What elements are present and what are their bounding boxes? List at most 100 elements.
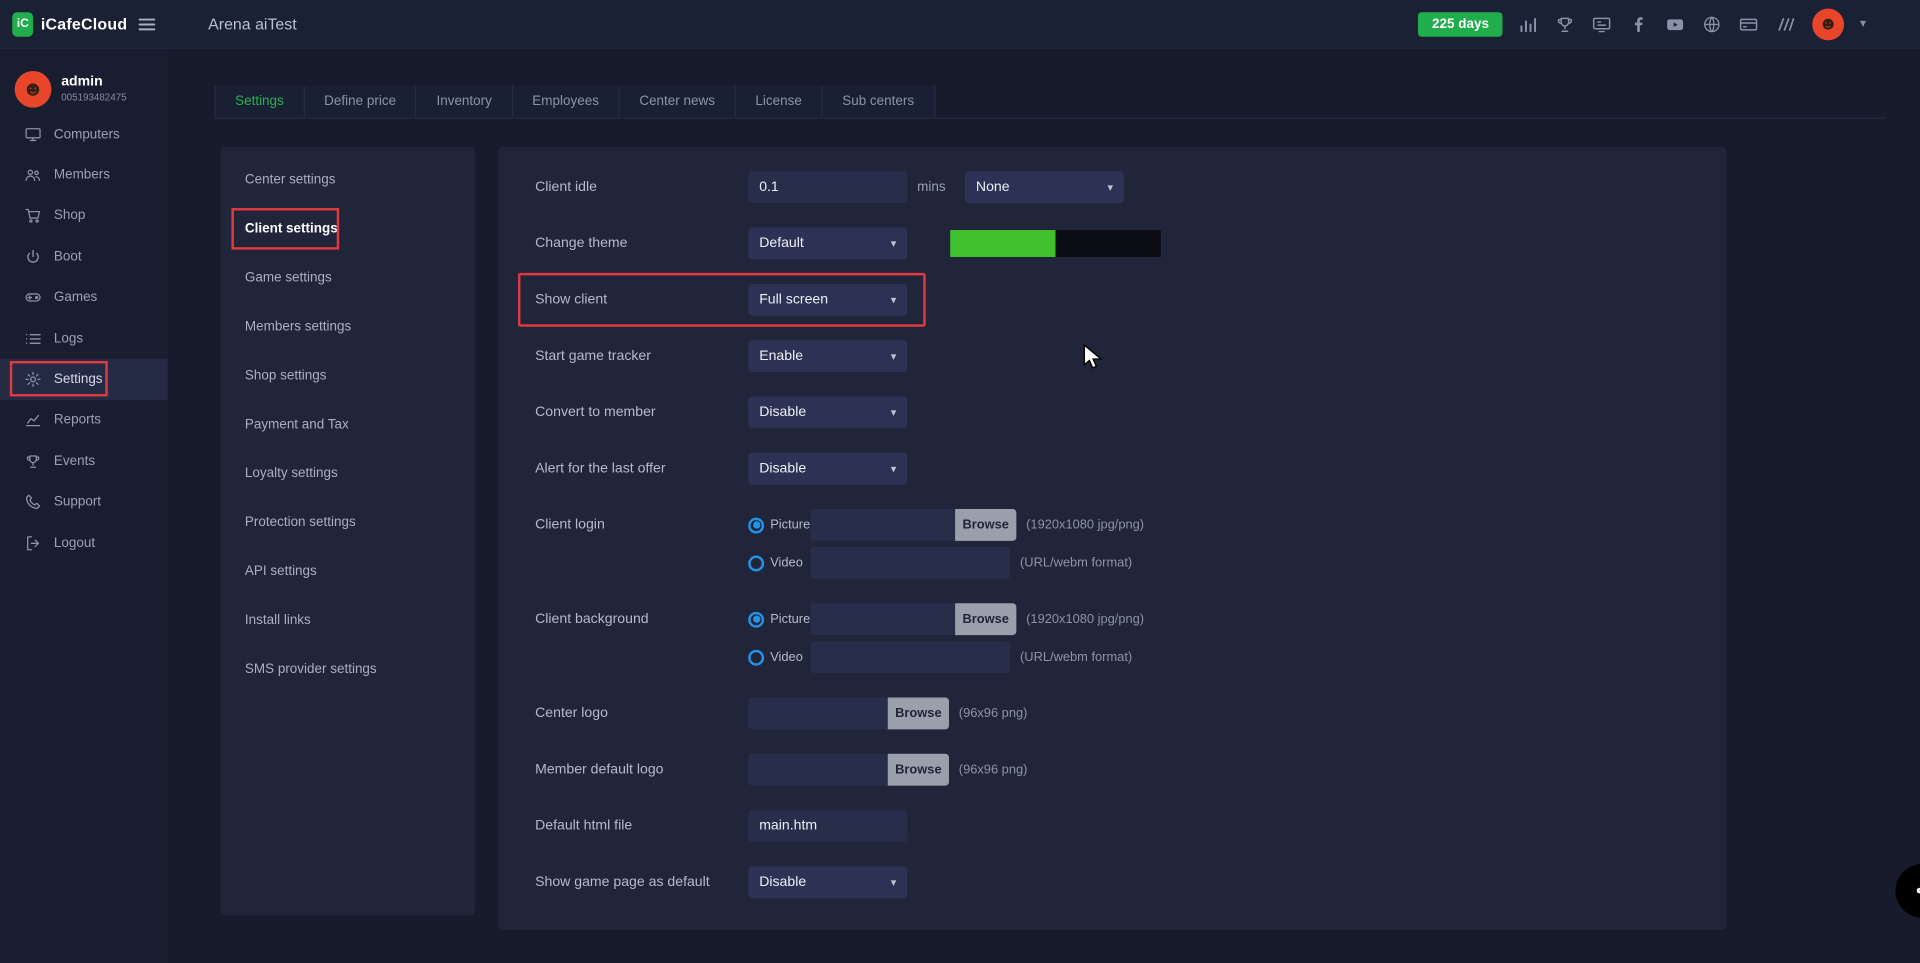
youtube-icon[interactable] <box>1665 13 1686 34</box>
nav-item-label: Payment and Tax <box>245 417 349 432</box>
settings-nav-shop-settings[interactable]: Shop settings <box>220 351 475 400</box>
center-logo-row: Center logo Browse (96x96 png) <box>498 698 1726 730</box>
trophy-icon[interactable] <box>1555 13 1576 34</box>
nav-item-label: Install links <box>245 613 311 628</box>
change-theme-label: Change theme <box>535 236 748 251</box>
tab-label: Center news <box>639 94 715 109</box>
chevron-down-icon[interactable]: ▾ <box>1860 17 1866 30</box>
settings-nav-install-links[interactable]: Install links <box>220 596 475 645</box>
center-logo-browse-button[interactable]: Browse <box>888 698 949 730</box>
client-login-video-label: Video <box>770 556 803 571</box>
client-login-video-radio[interactable] <box>748 555 764 571</box>
center-logo-input[interactable] <box>748 698 888 730</box>
sidebar-item-logs[interactable]: Logs <box>0 318 168 359</box>
select-value: Default <box>759 236 804 251</box>
client-background-picture-input[interactable] <box>811 603 955 635</box>
hamburger-menu-icon[interactable] <box>137 14 157 34</box>
stats-icon[interactable] <box>1518 13 1539 34</box>
logout-icon <box>24 534 41 551</box>
show-game-page-select[interactable]: Disable ▾ <box>748 866 907 898</box>
nav-item-label: Center settings <box>245 173 336 188</box>
client-login-picture-input[interactable] <box>811 509 955 541</box>
settings-nav-members-settings[interactable]: Members settings <box>220 302 475 351</box>
client-login-video-input[interactable] <box>811 547 1011 579</box>
client-background-picture-browse-button[interactable]: Browse <box>955 603 1016 635</box>
tab-label: Employees <box>532 94 599 109</box>
sidebar-item-events[interactable]: Events <box>0 441 168 482</box>
globe-icon[interactable] <box>1702 13 1723 34</box>
tab-license[interactable]: License <box>736 86 823 118</box>
change-theme-select[interactable]: Default ▾ <box>748 228 907 260</box>
member-default-logo-browse-button[interactable]: Browse <box>888 754 949 786</box>
topbar-right: 225 days ☻ <box>1419 8 1920 40</box>
theme-swatch-green <box>950 230 1055 257</box>
show-client-select[interactable]: Full screen ▾ <box>748 284 907 316</box>
alert-last-offer-select[interactable]: Disable ▾ <box>748 453 907 485</box>
tab-label: License <box>755 94 801 109</box>
layers-icon[interactable] <box>1775 13 1796 34</box>
select-value: Disable <box>759 405 806 420</box>
phone-icon <box>24 493 41 510</box>
client-login-picture-browse-button[interactable]: Browse <box>955 509 1016 541</box>
billing-card-icon[interactable] <box>1739 13 1760 34</box>
convert-to-member-label: Convert to member <box>535 405 748 420</box>
brand: iC iCafeCloud <box>0 12 127 36</box>
tab-settings[interactable]: Settings <box>214 86 304 118</box>
sidebar-item-shop[interactable]: Shop <box>0 196 168 237</box>
tab-label: Sub centers <box>842 94 914 109</box>
sidebar-item-members[interactable]: Members <box>0 155 168 196</box>
default-html-file-label: Default html file <box>535 819 748 834</box>
settings-nav-sms-provider-settings[interactable]: SMS provider settings <box>220 645 475 694</box>
gamepad-icon <box>24 289 41 306</box>
select-value: Disable <box>759 461 806 476</box>
client-idle-action-select[interactable]: None ▾ <box>965 171 1124 203</box>
tab-sub-centers[interactable]: Sub centers <box>823 86 935 118</box>
client-background-video-input[interactable] <box>811 641 1011 673</box>
tab-define-price[interactable]: Define price <box>305 86 417 118</box>
settings-nav-center-settings[interactable]: Center settings <box>220 155 475 204</box>
sidebar-item-games[interactable]: Games <box>0 277 168 318</box>
sidebar-item-reports[interactable]: Reports <box>0 400 168 441</box>
client-idle-input[interactable] <box>748 171 907 203</box>
client-settings-form: Client idle mins None ▾ Change theme Def… <box>498 147 1726 930</box>
settings-nav-protection-settings[interactable]: Protection settings <box>220 498 475 547</box>
tab-inventory[interactable]: Inventory <box>417 86 513 118</box>
icafecloud-logo: iC <box>12 12 33 36</box>
select-value: Full screen <box>759 292 828 307</box>
default-html-file-input[interactable] <box>748 810 907 842</box>
tab-center-news[interactable]: Center news <box>620 86 736 118</box>
convert-to-member-select[interactable]: Disable ▾ <box>748 396 907 428</box>
license-days-badge[interactable]: 225 days <box>1419 12 1503 36</box>
sidebar-user-block[interactable]: ☻ admin 005193482475 <box>0 49 168 114</box>
member-default-logo-input[interactable] <box>748 754 888 786</box>
client-login-picture-radio[interactable] <box>748 517 764 533</box>
brand-name: iCafeCloud <box>41 15 127 33</box>
facebook-icon[interactable] <box>1629 13 1650 34</box>
settings-nav-loyalty-settings[interactable]: Loyalty settings <box>220 449 475 498</box>
sidebar-item-support[interactable]: Support <box>0 482 168 523</box>
sidebar-item-computers[interactable]: Computers <box>0 114 168 155</box>
display-icon[interactable] <box>1592 13 1613 34</box>
tab-label: Settings <box>235 94 284 109</box>
user-avatar[interactable]: ☻ <box>1812 8 1844 40</box>
sidebar-item-label: Shop <box>54 209 85 224</box>
start-game-tracker-select[interactable]: Enable ▾ <box>748 340 907 372</box>
tab-employees[interactable]: Employees <box>513 86 620 118</box>
settings-nav-payment-and-tax[interactable]: Payment and Tax <box>220 400 475 449</box>
client-idle-unit: mins <box>917 180 949 195</box>
sidebar: ☻ admin 005193482475 Computers Members S… <box>0 49 168 963</box>
settings-nav-api-settings[interactable]: API settings <box>220 547 475 596</box>
settings-nav-client-settings[interactable]: Client settings <box>220 204 475 253</box>
nav-item-label: Protection settings <box>245 515 356 530</box>
client-background-picture-radio[interactable] <box>748 611 764 627</box>
client-idle-row: Client idle mins None ▾ <box>498 171 1726 203</box>
sidebar-item-logout[interactable]: Logout <box>0 522 168 563</box>
sidebar-menu: Computers Members Shop Boot Games Logs <box>0 114 168 563</box>
nav-item-label: SMS provider settings <box>245 662 377 677</box>
client-background-video-radio[interactable] <box>748 649 764 665</box>
client-login-picture-hint: (1920x1080 jpg/png) <box>1026 518 1144 533</box>
sidebar-item-settings[interactable]: Settings <box>0 359 168 400</box>
settings-nav-game-settings[interactable]: Game settings <box>220 253 475 302</box>
sidebar-item-boot[interactable]: Boot <box>0 236 168 277</box>
convert-to-member-row: Convert to member Disable ▾ <box>498 396 1726 428</box>
